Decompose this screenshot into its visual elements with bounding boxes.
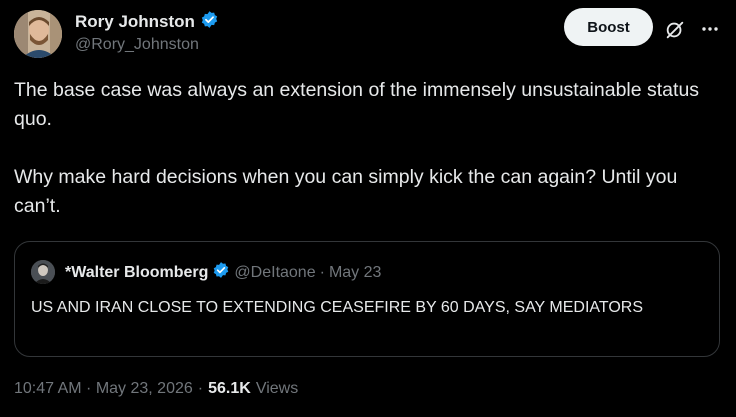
quote-display-name: *Walter Bloomberg: [65, 263, 209, 281]
tweet-timestamp[interactable]: 10:47 AM · May 23, 2026: [14, 380, 193, 398]
verified-badge-icon: [212, 261, 230, 284]
grok-icon[interactable]: [664, 19, 686, 41]
quote-text: US AND IRAN CLOSE TO EXTENDING CEASEFIRE…: [31, 299, 644, 316]
author-avatar[interactable]: [14, 10, 62, 58]
author-handle[interactable]: @Rory_Johnston: [75, 36, 199, 54]
quoted-tweet[interactable]: *Walter Bloomberg @DeItaone · May 23 US …: [14, 241, 720, 357]
meta-separator: ·: [197, 380, 204, 397]
tweet-meta: 10:47 AM · May 23, 2026 · 56.1K Views: [14, 380, 298, 398]
author-display-name[interactable]: Rory Johnston: [75, 12, 195, 32]
author-name-row: Rory Johnston: [75, 10, 219, 34]
quote-header: *Walter Bloomberg @DeItaone · May 23: [65, 261, 381, 284]
boost-button[interactable]: Boost: [564, 8, 653, 46]
views-count: 56.1K: [208, 380, 251, 397]
quote-date: May 23: [328, 263, 382, 281]
quote-separator: ·: [319, 263, 325, 281]
quote-handle: @DeItaone: [234, 263, 316, 281]
views-label: Views: [255, 380, 299, 397]
verified-badge-icon[interactable]: [200, 10, 219, 34]
tweet-paragraph: Why make hard decisions when you can sim…: [14, 166, 678, 217]
more-icon[interactable]: [700, 19, 720, 39]
quote-author-avatar: [31, 260, 55, 284]
tweet-text: The base case was always an extension of…: [14, 76, 726, 221]
tweet-paragraph: The base case was always an extension of…: [14, 79, 700, 130]
